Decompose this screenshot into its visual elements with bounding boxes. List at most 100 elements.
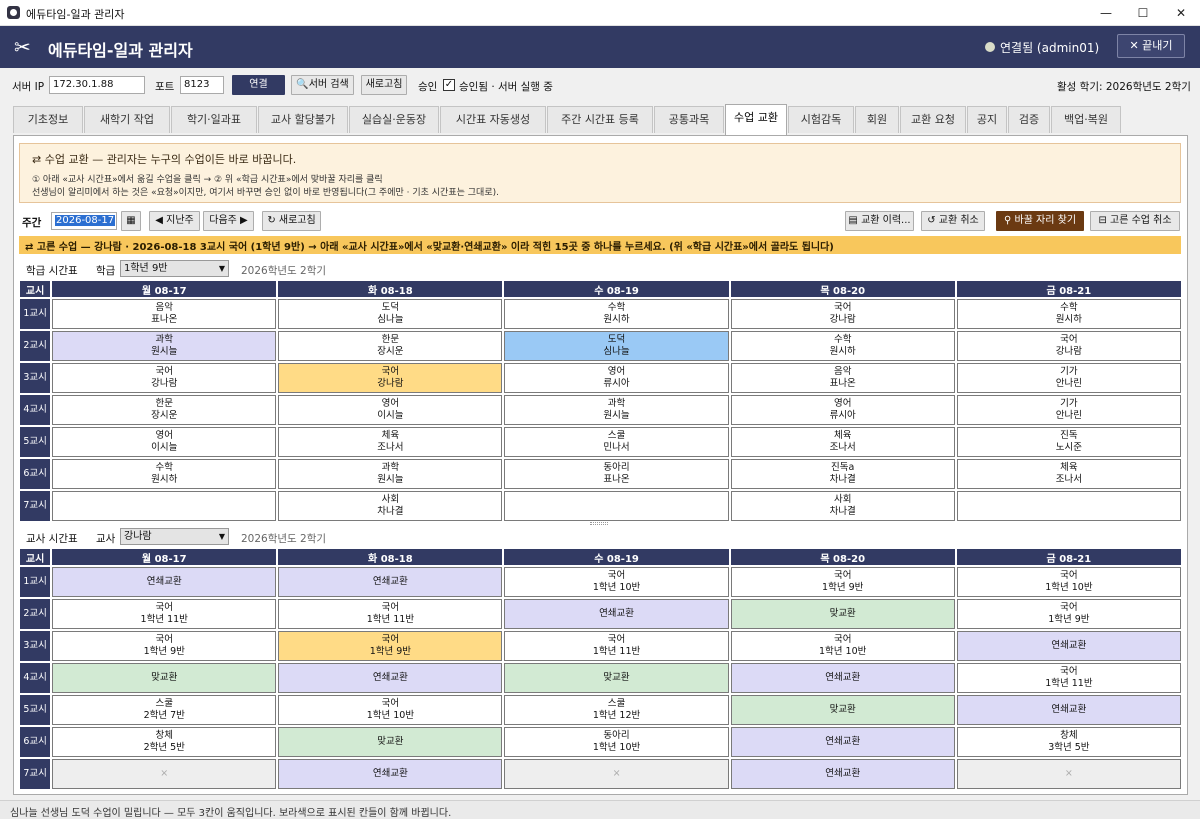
class-cell[interactable] — [504, 491, 729, 521]
class-cell[interactable]: 한문 장시운 — [52, 395, 277, 425]
tab-13[interactable]: 검증 — [1008, 106, 1050, 133]
approval-checkbox[interactable]: ✓ — [443, 79, 455, 91]
port-input[interactable]: 8123 — [180, 76, 224, 94]
teacher-cell[interactable]: 국어 1학년 9반 — [278, 631, 503, 661]
teacher-cell[interactable]: 연쇄교환 — [52, 567, 277, 597]
tab-5[interactable]: 시간표 자동생성 — [440, 106, 546, 133]
tab-6[interactable]: 주간 시간표 등록 — [547, 106, 653, 133]
teacher-cell[interactable]: 국어 1학년 9반 — [52, 631, 277, 661]
class-cell[interactable]: 음악 표나온 — [730, 363, 955, 393]
teacher-cell[interactable]: 맞교환 — [730, 695, 955, 725]
undo-swap-button[interactable]: ↺ 교환 취소 — [921, 211, 985, 231]
teacher-cell[interactable]: 국어 1학년 11반 — [504, 631, 729, 661]
splitter-handle[interactable] — [590, 522, 608, 525]
teacher-cell[interactable]: 연쇄교환 — [730, 759, 955, 789]
class-cell[interactable]: 스쿨 민나서 — [504, 427, 729, 457]
class-cell[interactable]: 영어 류시아 — [504, 363, 729, 393]
teacher-cell[interactable]: 연쇄교환 — [730, 727, 955, 757]
tab-4[interactable]: 실습실·운동장 — [349, 106, 439, 133]
teacher-cell[interactable]: 연쇄교환 — [278, 663, 503, 693]
class-cell[interactable]: 사회 차나결 — [730, 491, 955, 521]
close-window-button[interactable]: ✕ — [1162, 0, 1200, 26]
class-cell[interactable]: 과학 원시늘 — [504, 395, 729, 425]
teacher-cell[interactable]: 국어 1학년 10반 — [956, 567, 1181, 597]
teacher-cell[interactable]: 맞교환 — [730, 599, 955, 629]
class-cell[interactable]: 영어 이시늘 — [278, 395, 503, 425]
maximize-button[interactable]: ☐ — [1124, 0, 1162, 26]
teacher-cell[interactable]: × — [52, 759, 277, 789]
class-cell[interactable]: 체육 조나서 — [730, 427, 955, 457]
class-cell[interactable]: 수학 원시하 — [730, 331, 955, 361]
history-button[interactable]: ▤ 교환 이력... — [845, 211, 914, 231]
teacher-cell[interactable]: 스쿨 1학년 12반 — [504, 695, 729, 725]
teacher-cell[interactable]: 국어 1학년 11반 — [956, 663, 1181, 693]
class-select[interactable]: 1학년 9반 ▼ — [120, 260, 229, 277]
teacher-cell[interactable]: 맞교환 — [278, 727, 503, 757]
teacher-select[interactable]: 강나람 ▼ — [120, 528, 229, 545]
tab-9[interactable]: 시험감독 — [788, 106, 854, 133]
teacher-cell[interactable]: 창체 3학년 5반 — [956, 727, 1181, 757]
next-week-button[interactable]: 다음주 ▶ — [203, 211, 254, 231]
class-cell[interactable]: 수학 원시하 — [956, 299, 1181, 329]
tab-1[interactable]: 새학기 작업 — [84, 106, 170, 133]
tab-3[interactable]: 교사 할당불가 — [258, 106, 348, 133]
teacher-cell[interactable]: 연쇄교환 — [278, 567, 503, 597]
class-cell[interactable]: 영어 이시늘 — [52, 427, 277, 457]
cancel-selection-button[interactable]: ⊟ 고른 수업 취소 — [1090, 211, 1180, 231]
class-cell[interactable]: 체육 조나서 — [956, 459, 1181, 489]
teacher-cell[interactable]: 연쇄교환 — [730, 663, 955, 693]
week-refresh-button[interactable]: ↻ 새로고침 — [262, 211, 321, 231]
teacher-cell[interactable]: 국어 1학년 10반 — [504, 567, 729, 597]
teacher-cell[interactable]: 국어 1학년 10반 — [730, 631, 955, 661]
class-cell[interactable]: 체육 조나서 — [278, 427, 503, 457]
class-cell[interactable]: 과학 원시늘 — [278, 459, 503, 489]
teacher-cell[interactable]: 동아리 1학년 10반 — [504, 727, 729, 757]
class-cell[interactable]: 기가 안나린 — [956, 395, 1181, 425]
teacher-cell[interactable]: 연쇄교환 — [956, 631, 1181, 661]
class-cell[interactable]: 기가 안나린 — [956, 363, 1181, 393]
teacher-cell[interactable]: 국어 1학년 9반 — [730, 567, 955, 597]
class-cell[interactable] — [956, 491, 1181, 521]
class-cell[interactable]: 한문 장시운 — [278, 331, 503, 361]
calendar-icon[interactable]: ▦ — [121, 211, 141, 231]
teacher-cell[interactable]: 국어 1학년 10반 — [278, 695, 503, 725]
teacher-cell[interactable]: × — [956, 759, 1181, 789]
prev-week-button[interactable]: ◀ 지난주 — [149, 211, 200, 231]
teacher-cell[interactable]: 국어 1학년 11반 — [278, 599, 503, 629]
class-cell[interactable]: 동아리 표나온 — [504, 459, 729, 489]
refresh-button[interactable]: 새로고침 — [361, 75, 407, 95]
connect-button[interactable]: 연결 — [232, 75, 285, 95]
class-cell[interactable]: 국어 강나람 — [956, 331, 1181, 361]
tab-14[interactable]: 백업·복원 — [1051, 106, 1121, 133]
teacher-cell[interactable]: × — [504, 759, 729, 789]
server-search-button[interactable]: 🔍서버 검색 — [291, 75, 354, 95]
tab-10[interactable]: 회원 — [855, 106, 899, 133]
teacher-cell[interactable]: 국어 1학년 9반 — [956, 599, 1181, 629]
tab-11[interactable]: 교환 요청 — [900, 106, 966, 133]
teacher-cell[interactable]: 맞교환 — [504, 663, 729, 693]
teacher-cell[interactable]: 연쇄교환 — [278, 759, 503, 789]
quit-button[interactable]: ✕ 끝내기 — [1117, 34, 1185, 58]
class-cell[interactable]: 음악 표나온 — [52, 299, 277, 329]
tab-7[interactable]: 공통과목 — [654, 106, 724, 133]
find-slot-button[interactable]: ⚲ 바꿀 자리 찾기 — [996, 211, 1084, 231]
class-cell[interactable]: 사회 차나결 — [278, 491, 503, 521]
teacher-cell[interactable]: 국어 1학년 11반 — [52, 599, 277, 629]
class-cell[interactable]: 진독a 차나결 — [730, 459, 955, 489]
tab-0[interactable]: 기초정보 — [13, 106, 83, 133]
tab-8[interactable]: 수업 교환 — [725, 104, 787, 135]
class-cell[interactable]: 도덕 심나늘 — [504, 331, 729, 361]
class-cell[interactable]: 과학 원시늘 — [52, 331, 277, 361]
teacher-cell[interactable]: 창체 2학년 5반 — [52, 727, 277, 757]
teacher-cell[interactable]: 스쿨 2학년 7반 — [52, 695, 277, 725]
class-cell[interactable] — [52, 491, 277, 521]
server-ip-input[interactable]: 172.30.1.88 — [49, 76, 145, 94]
week-date-input[interactable]: 2026-08-17 — [51, 212, 117, 230]
teacher-cell[interactable]: 연쇄교환 — [504, 599, 729, 629]
class-cell[interactable]: 도덕 심나늘 — [278, 299, 503, 329]
class-cell[interactable]: 진독 노시준 — [956, 427, 1181, 457]
class-cell[interactable]: 수학 원시하 — [504, 299, 729, 329]
class-cell[interactable]: 수학 원시하 — [52, 459, 277, 489]
minimize-button[interactable]: — — [1087, 0, 1125, 26]
tab-2[interactable]: 학기·일과표 — [171, 106, 257, 133]
